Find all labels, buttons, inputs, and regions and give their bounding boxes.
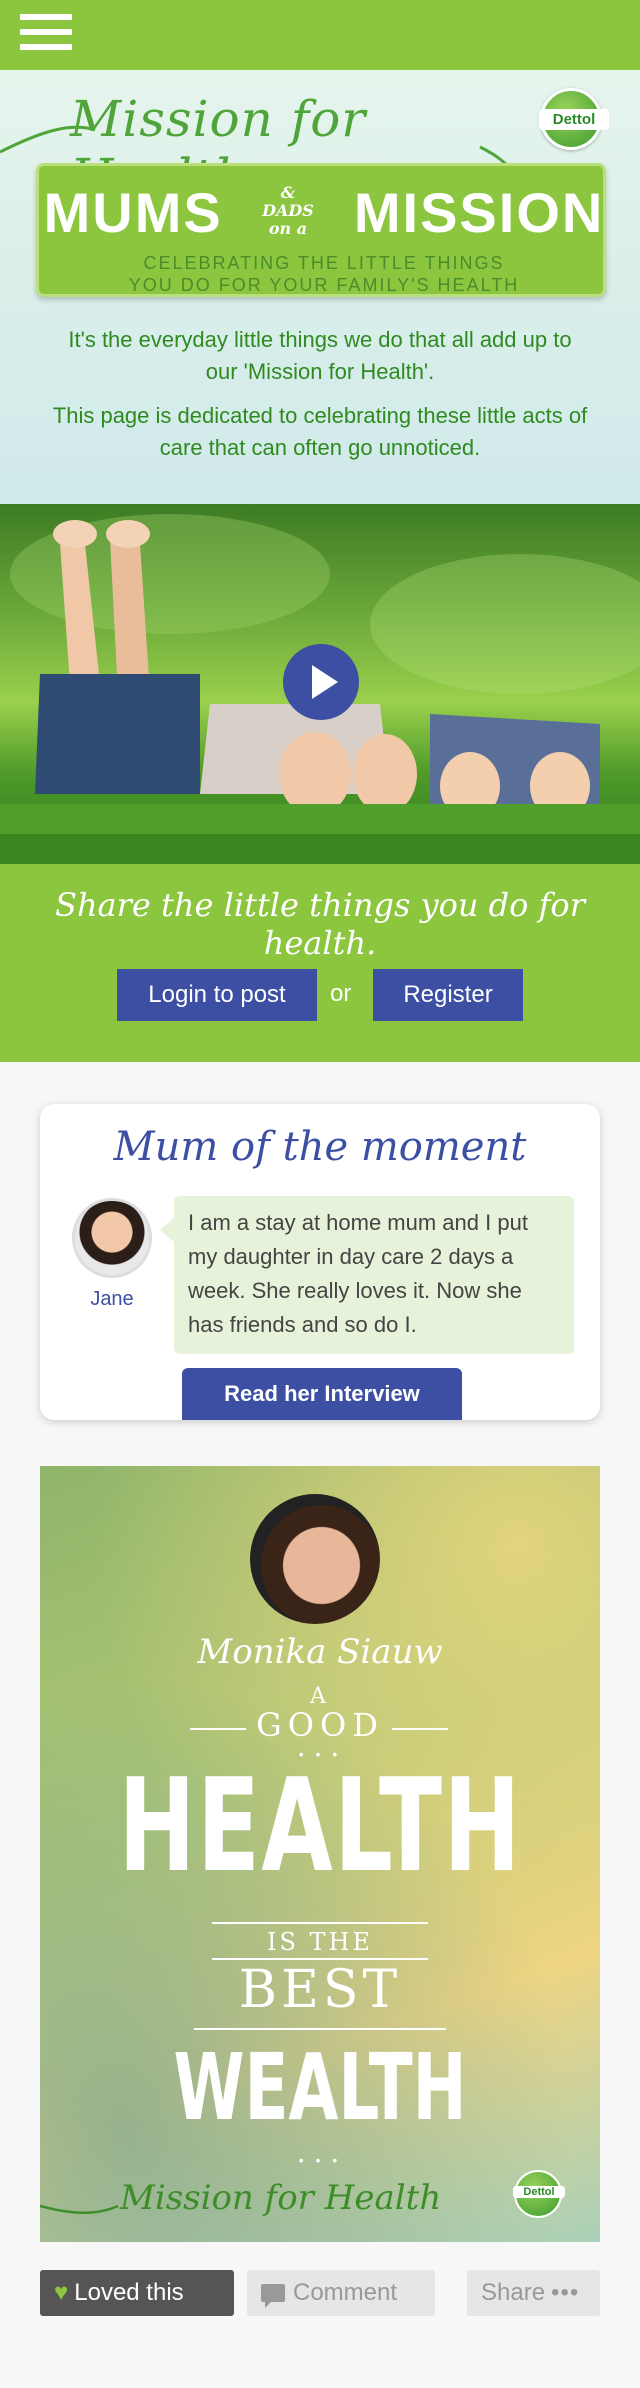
intro-text-1: It's the everyday little things we do th… <box>68 327 572 384</box>
poster-dettol-logo-text: Dettol <box>513 2186 565 2198</box>
poster-avatar <box>250 1494 380 1624</box>
play-icon[interactable] <box>283 644 359 720</box>
badge-title: MUMS MISSION <box>39 180 609 245</box>
loved-this-label: Loved this <box>74 2279 184 2306</box>
mum-of-the-moment-card: Mum of the moment Jane I am a stay at ho… <box>40 1104 600 1420</box>
badge-subtitle-line2: YOU DO FOR YOUR FAMILY'S HEALTH <box>128 275 520 295</box>
badge-subtitle-line1: CELEBRATING THE LITTLE THINGS <box>143 253 505 273</box>
more-dots-icon: ••• <box>551 2279 580 2306</box>
mums-on-a-mission-badge: MUMS MISSION & DADS on a CELEBRATING THE… <box>36 163 606 297</box>
share-tagline: Share the little things you do for healt… <box>55 886 585 962</box>
badge-title-left: MUMS <box>43 181 223 244</box>
intro-text-2: This page is dedicated to celebrating th… <box>52 403 588 460</box>
top-nav-bar <box>0 0 640 70</box>
poster-footer-logo: Mission for Health <box>120 2178 442 2218</box>
badge-title-small: & DADS on a <box>262 183 314 238</box>
comment-label: Comment <box>293 2279 398 2306</box>
hero-header: Mission for Health Dettol MUMS MISSION &… <box>0 70 640 504</box>
poster-line-wealth: WEALTH <box>173 2034 467 2141</box>
dettol-logo: Dettol <box>539 88 609 150</box>
login-to-post-button[interactable]: Login to post <box>117 969 317 1021</box>
poster-line-is-the: IS THE <box>266 1928 373 1956</box>
poster-rule <box>392 1728 448 1730</box>
poster-dettol-logo: Dettol <box>513 2170 565 2218</box>
register-button[interactable]: Register <box>373 969 523 1021</box>
mum-name: Jane <box>90 1288 134 1310</box>
poster-author-name: Monika Siauw <box>197 1632 443 1672</box>
poster-rule <box>194 2028 446 2030</box>
mum-quote: I am a stay at home mum and I put my dau… <box>160 1196 574 1354</box>
loved-this-button[interactable]: ♥ Loved this <box>40 2270 234 2316</box>
badge-title-right: MISSION <box>353 181 605 244</box>
dettol-logo-text: Dettol <box>539 109 609 130</box>
poster-dots: • • • <box>298 2152 342 2168</box>
share-section: Share the little things you do for healt… <box>0 864 640 1062</box>
heart-icon: ♥ <box>54 2279 69 2306</box>
video-thumbnail[interactable] <box>0 504 640 864</box>
mum-of-the-moment-title: Mum of the moment <box>113 1124 527 1170</box>
or-label: or <box>330 980 352 1007</box>
badge-subtitle: CELEBRATING THE LITTLE THINGS YOU DO FOR… <box>39 252 609 296</box>
poster-line-best: BEST <box>238 1960 402 2020</box>
share-button[interactable]: Share ••• <box>467 2270 600 2316</box>
health-poster[interactable]: Monika Siauw A GOOD • • • HEALTH IS THE … <box>40 1466 600 2242</box>
read-interview-button[interactable]: Read her Interview <box>182 1368 462 1420</box>
comment-bubble-icon <box>261 2284 285 2308</box>
avatar <box>72 1198 152 1278</box>
poster-rule <box>212 1922 428 1924</box>
comment-button[interactable]: Comment <box>247 2270 435 2316</box>
poster-line-health: HEALTH <box>118 1752 522 1901</box>
share-label: Share <box>481 2279 546 2306</box>
hamburger-menu-icon[interactable] <box>20 14 72 56</box>
poster-line-good: GOOD <box>256 1706 384 1744</box>
